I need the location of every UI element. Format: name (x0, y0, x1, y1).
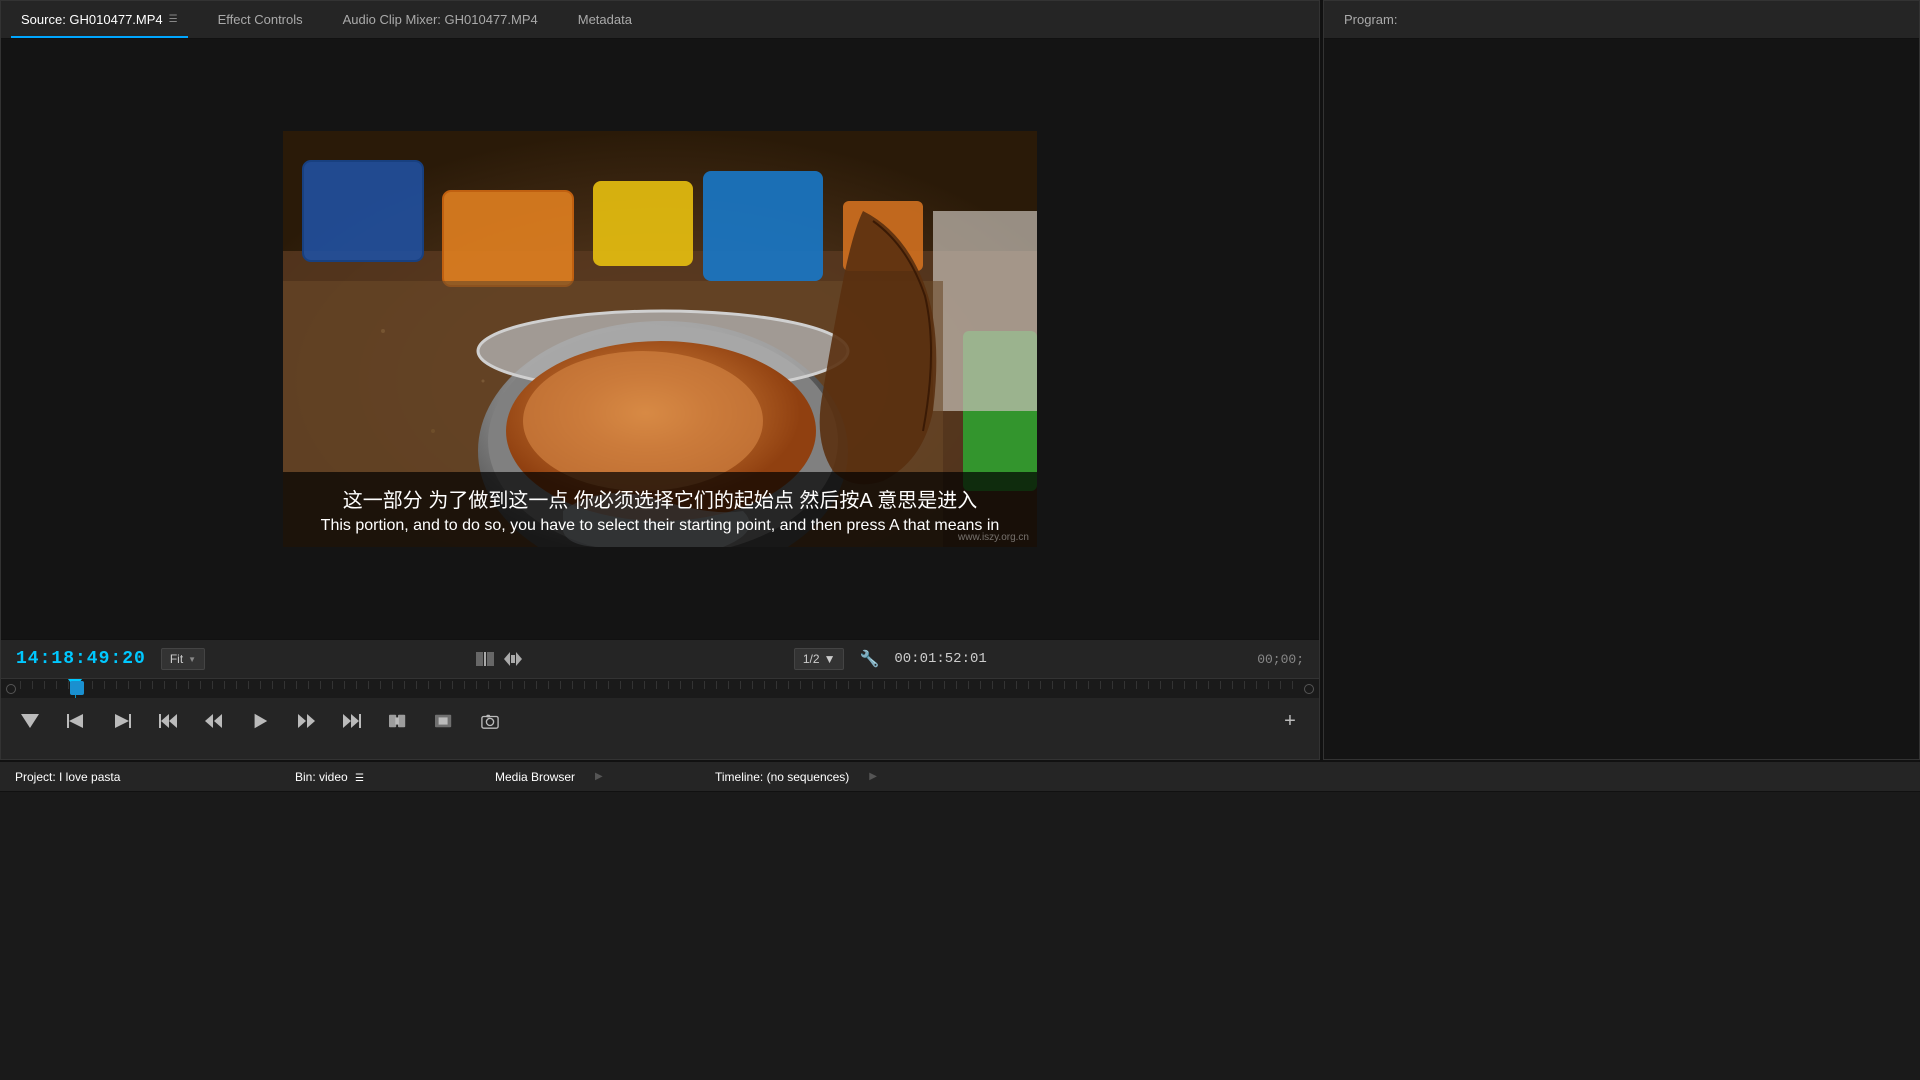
bin-panel: Bin: video ☰ (280, 762, 480, 1080)
bin-tab-bar: Bin: video ☰ (280, 762, 480, 792)
resolution-label: 1/2 (803, 652, 820, 666)
export-frame-button[interactable] (476, 707, 504, 735)
bin-tab-label: Bin: video (295, 770, 348, 784)
top-transport-icons (475, 649, 523, 669)
resolution-dropdown[interactable]: 1/2 ▼ (794, 648, 845, 670)
source-tab-menu-icon[interactable]: ☰ (169, 14, 178, 25)
program-monitor-panel: Program: (1323, 0, 1920, 760)
tab-bar: Source: GH010477.MP4 ☰ Effect Controls A… (1, 1, 1319, 39)
button-arrows-icon[interactable] (503, 649, 523, 669)
top-panels: Source: GH010477.MP4 ☰ Effect Controls A… (0, 0, 1920, 760)
timeline-panel: Timeline: (no sequences) ▶ (700, 762, 1920, 1080)
insert-button[interactable] (384, 707, 412, 735)
resolution-arrow: ▼ (824, 652, 836, 666)
timecode-row: 14:18:49:20 Fit ▼ (1, 640, 1319, 678)
bin-menu-icon[interactable]: ☰ (355, 773, 364, 784)
scrubber-track-container[interactable] (20, 679, 1300, 698)
project-panel: Project: I love pasta (0, 762, 280, 1080)
button-segments-icon[interactable] (475, 649, 495, 669)
jump-to-in-button[interactable] (154, 707, 182, 735)
program-timecode: 00;00; (1257, 652, 1304, 667)
video-frame: 这一部分 为了做到这一点 你必须选择它们的起始点 然后按A 意思是进入 This… (283, 131, 1037, 547)
in-point-marker (6, 684, 16, 694)
fit-label: Fit (170, 652, 183, 666)
media-browser-panel: Media Browser ▶ (480, 762, 700, 1080)
tab-metadata[interactable]: Metadata (568, 1, 642, 38)
step-forward-button[interactable] (292, 707, 320, 735)
media-browser-body (480, 792, 700, 1080)
timeline-tab-bar: Timeline: (no sequences) ▶ (700, 762, 1920, 792)
timecode-display[interactable]: 14:18:49:20 (16, 649, 146, 669)
effect-controls-label: Effect Controls (218, 12, 303, 27)
subtitle-overlay: 这一部分 为了做到这一点 你必须选择它们的起始点 然后按A 意思是进入 This… (283, 472, 1037, 547)
bin-tab[interactable]: Bin: video ☰ (290, 770, 369, 784)
app-container: Source: GH010477.MP4 ☰ Effect Controls A… (0, 0, 1920, 1080)
watermark: www.iszy.org.cn (958, 532, 1029, 543)
bottom-panels: Project: I love pasta Bin: video ☰ Media… (0, 760, 1920, 1080)
subtitle-chinese: 这一部分 为了做到这一点 你必须选择它们的起始点 然后按A 意思是进入 (303, 484, 1017, 513)
fit-dropdown-arrow: ▼ (188, 655, 196, 664)
out-point-marker (1304, 684, 1314, 694)
timeline-scrubber[interactable] (1, 678, 1319, 698)
go-to-in-button[interactable] (62, 707, 90, 735)
duration-display: 00:01:52:01 (894, 651, 986, 667)
wrench-icon[interactable]: 🔧 (859, 649, 879, 669)
source-tab-label: Source: GH010477.MP4 (21, 12, 163, 27)
media-browser-expand-icon[interactable]: ▶ (595, 771, 603, 782)
mark-in-button[interactable] (16, 707, 44, 735)
metadata-label: Metadata (578, 12, 632, 27)
add-button[interactable]: + (1276, 707, 1304, 735)
tab-source[interactable]: Source: GH010477.MP4 ☰ (11, 1, 188, 38)
timeline-tab[interactable]: Timeline: (no sequences) (710, 770, 854, 784)
project-tab[interactable]: Project: I love pasta (10, 770, 125, 784)
subtitle-english: This portion, and to do so, you have to … (303, 517, 1017, 535)
go-to-out-button[interactable] (108, 707, 136, 735)
play-button[interactable] (246, 707, 274, 735)
program-tab-label[interactable]: Program: (1334, 12, 1407, 27)
playhead-handle[interactable] (70, 681, 84, 695)
project-panel-body (0, 792, 280, 1080)
bin-panel-body (280, 792, 480, 1080)
jump-to-out-button[interactable] (338, 707, 366, 735)
program-monitor-content (1324, 39, 1919, 759)
media-browser-tab[interactable]: Media Browser (490, 770, 580, 784)
project-tab-bar: Project: I love pasta (0, 762, 280, 792)
overwrite-button[interactable] (430, 707, 458, 735)
audio-clip-mixer-label: Audio Clip Mixer: GH010477.MP4 (343, 12, 538, 27)
tick-marks-container (20, 681, 1300, 689)
video-preview-area: 这一部分 为了做到这一点 你必须选择它们的起始点 然后按A 意思是进入 This… (1, 39, 1319, 639)
media-browser-tab-bar: Media Browser ▶ (480, 762, 700, 792)
timeline-body (700, 792, 1920, 1080)
source-monitor-panel: Source: GH010477.MP4 ☰ Effect Controls A… (0, 0, 1320, 760)
tab-audio-clip-mixer[interactable]: Audio Clip Mixer: GH010477.MP4 (333, 1, 548, 38)
tab-effect-controls[interactable]: Effect Controls (208, 1, 313, 38)
controls-bar: 14:18:49:20 Fit ▼ (1, 639, 1319, 759)
timeline-expand-icon[interactable]: ▶ (869, 771, 877, 782)
program-tab-bar: Program: (1324, 1, 1919, 39)
transport-controls: + (1, 698, 1319, 744)
step-back-button[interactable] (200, 707, 228, 735)
fit-dropdown[interactable]: Fit ▼ (161, 648, 205, 670)
